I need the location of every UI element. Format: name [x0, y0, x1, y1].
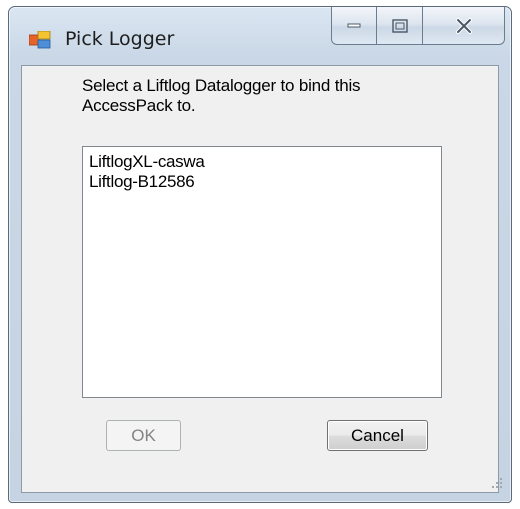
logger-listbox[interactable]: LiftlogXL-caswa Liftlog-B12586	[82, 146, 442, 398]
close-icon	[455, 17, 472, 34]
list-item-liftlog-b12586[interactable]: Liftlog-B12586	[83, 172, 441, 192]
cancel-button[interactable]: Cancel	[327, 420, 428, 451]
close-button[interactable]	[423, 7, 505, 45]
title-bar[interactable]: Pick Logger	[9, 7, 511, 65]
maximize-button[interactable]	[377, 7, 423, 45]
resize-grip-icon[interactable]	[490, 476, 504, 490]
ok-button[interactable]: OK	[106, 420, 181, 451]
list-item-liftlogxl-caswa[interactable]: LiftlogXL-caswa	[83, 152, 441, 172]
window-title: Pick Logger	[65, 28, 175, 50]
application-window-icon	[29, 31, 51, 49]
maximize-icon	[391, 18, 408, 33]
minimize-icon	[347, 23, 361, 27]
minimize-button[interactable]	[331, 7, 377, 45]
instruction-text: Select a Liftlog Datalogger to bind this…	[82, 76, 361, 115]
caption-buttons	[331, 7, 505, 45]
